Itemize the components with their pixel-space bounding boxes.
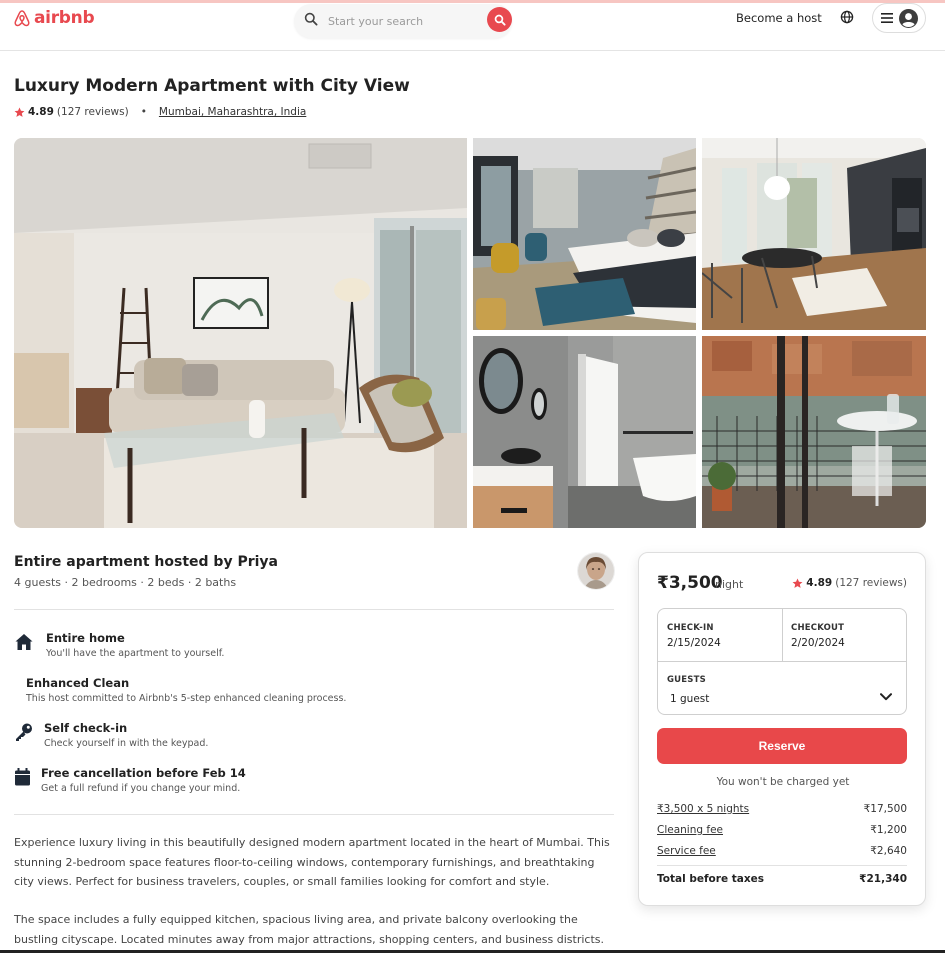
checkin-field[interactable]: CHECK-IN 2/15/2024 [658,609,782,661]
guests-label: GUESTS [667,675,706,685]
listing-location-link[interactable]: Mumbai, Maharashtra, India [159,106,306,118]
no-charge-note: You won't be charged yet [716,776,850,788]
checkout-field[interactable]: CHECKOUT 2/20/2024 [783,609,907,661]
feature-description: This host committed to Airbnb's 5-step e… [26,693,347,704]
listing-capacity: 4 guests · 2 bedrooms · 2 beds · 2 baths [14,576,237,589]
feature-description: You'll have the apartment to yourself. [46,648,225,659]
fee-row: Cleaning fee ₹1,200 [657,824,907,840]
home-icon [14,632,34,652]
listing-meta: 4.89 (127 reviews) • Mumbai, Maharashtra… [14,106,306,118]
section-divider [14,814,614,815]
feature-title: Free cancellation before Feb 14 [41,766,246,780]
feature-description: Get a full refund if you change your min… [41,783,241,794]
separator-dot: • [140,106,147,118]
total-divider [657,865,907,866]
airbnb-logo-icon [14,9,30,26]
booking-card: ₹3,500 night 4.89 (127 reviews) CHECK-IN… [638,552,926,906]
fee-row: ₹3,500 x 5 nights ₹17,500 [657,803,907,819]
listing-rating: 4.89 [28,106,54,118]
chevron-down-icon[interactable] [880,693,892,701]
checkout-value: 2/20/2024 [791,637,845,649]
bathroom-photo[interactable] [473,336,696,528]
feature-enhanced-clean: Enhanced Clean This host committed to Ai… [14,675,614,705]
booking-dates-guests: CHECK-IN 2/15/2024 CHECKOUT 2/20/2024 GU… [657,608,907,715]
user-menu-button[interactable] [872,3,926,33]
star-icon [792,578,803,588]
fee-row: Service fee ₹2,640 [657,845,907,861]
cleaning-fee-value: ₹1,200 [870,824,907,836]
bedroom-photo[interactable] [473,138,696,330]
kitchen-dining-photo[interactable] [702,138,926,330]
listing-title: Luxury Modern Apartment with City View [14,76,410,96]
booking-rating: 4.89 (127 reviews) [792,577,907,589]
guests-select[interactable]: GUESTS 1 guest [658,662,906,714]
feature-self-check-in: Self check-in Check yourself in with the… [14,720,614,750]
search-bar[interactable] [294,4,512,38]
balcony-photo[interactable] [702,336,926,528]
top-navigation-bar: airbnb Become a host [0,3,945,51]
nightly-price: ₹3,500 [657,573,723,593]
host-heading: Entire apartment hosted by Priya [14,554,278,570]
airbnb-logo[interactable]: airbnb [14,8,95,28]
checkout-label: CHECKOUT [791,623,845,633]
nights-fee-value: ₹17,500 [863,803,907,815]
feature-free-cancellation: Free cancellation before Feb 14 Get a fu… [14,765,614,795]
listing-description-paragraph: The space includes a fully equipped kitc… [14,913,604,946]
checkin-value: 2/15/2024 [667,637,721,649]
living-room-photo[interactable] [14,138,467,528]
search-icon [304,12,318,29]
host-avatar[interactable] [578,553,614,589]
photo-gallery [14,138,926,528]
feature-title: Enhanced Clean [26,676,130,690]
nights-fee-label[interactable]: ₹3,500 x 5 nights [657,803,749,815]
feature-title: Entire home [46,631,125,645]
price-unit: night [715,578,744,591]
cleaning-fee-label[interactable]: Cleaning fee [657,824,723,836]
section-divider [14,609,614,610]
booking-rating-value: 4.89 [806,577,833,589]
listing-description-paragraph: Experience luxury living in this beautif… [14,836,610,888]
search-input[interactable] [328,10,478,32]
become-host-link[interactable]: Become a host [736,11,822,25]
search-icon [494,14,506,26]
feature-entire-home: Entire home You'll have the apartment to… [14,630,614,660]
search-button[interactable] [487,7,512,32]
calendar-icon [14,767,34,787]
menu-icon [880,13,893,23]
listing-review-count[interactable]: (127 reviews) [57,106,129,118]
total-label: Total before taxes [657,873,764,885]
reserve-button[interactable]: Reserve [657,728,907,764]
feature-description: Check yourself in with the keypad. [44,738,209,749]
service-fee-label[interactable]: Service fee [657,845,716,857]
globe-icon[interactable] [840,10,854,27]
star-icon [14,107,25,117]
user-icon [898,8,918,28]
brand-name: airbnb [34,8,95,28]
checkin-label: CHECK-IN [667,623,714,633]
booking-review-count[interactable]: (127 reviews) [835,577,907,589]
guests-value: 1 guest [670,693,710,705]
service-fee-value: ₹2,640 [870,845,907,857]
total-value: ₹21,340 [859,873,907,885]
key-icon [14,722,34,742]
feature-title: Self check-in [44,721,128,735]
